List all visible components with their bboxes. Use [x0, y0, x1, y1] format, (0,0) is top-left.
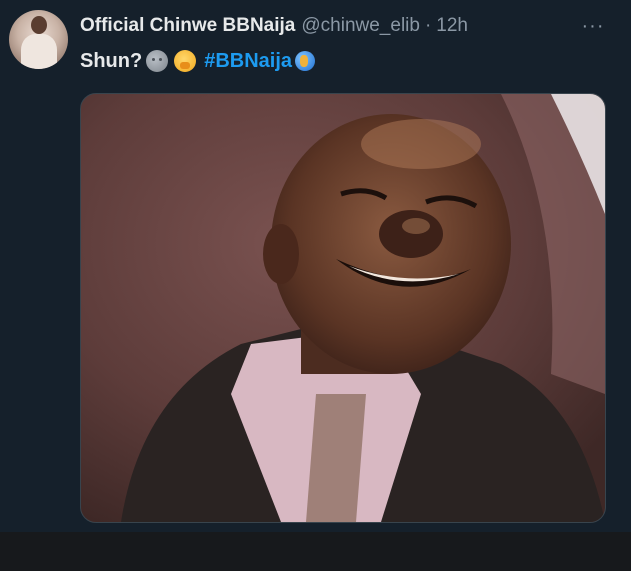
tweet-header: Official Chinwe BBNaija @chinwe_elib · 1… [80, 14, 468, 38]
face-with-hand-over-mouth-emoji-icon [174, 50, 197, 72]
avatar[interactable] [9, 10, 68, 69]
author-handle[interactable]: @chinwe_elib [301, 15, 420, 37]
more-options-icon[interactable]: ··· [580, 14, 606, 38]
avatar-head [31, 16, 47, 34]
author-name[interactable]: Official Chinwe BBNaija [80, 15, 295, 37]
tweet-text: Shun? #BBNaija [80, 48, 316, 74]
tweet[interactable]: Official Chinwe BBNaija @chinwe_elib · 1… [0, 0, 631, 530]
tweet-text-word: Shun? [80, 49, 143, 72]
avatar-dress [21, 34, 57, 69]
hashtag-link[interactable]: #BBNaija [204, 50, 292, 73]
tweet-timestamp[interactable]: 12h [436, 15, 468, 37]
new-moon-face-emoji-icon [146, 50, 169, 72]
footer-bar [0, 532, 631, 571]
globe-emoji-icon [295, 51, 316, 71]
separator-dot: · [424, 15, 432, 36]
tweet-media-image[interactable] [80, 93, 606, 523]
smiling-man-photo [81, 94, 605, 522]
